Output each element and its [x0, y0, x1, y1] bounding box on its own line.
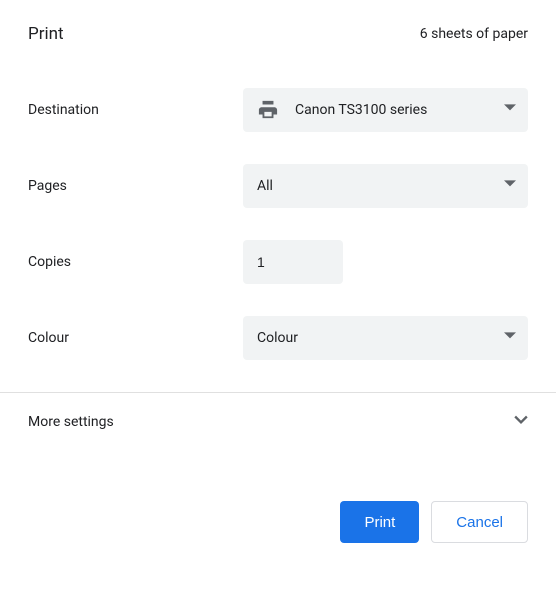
chevron-down-icon	[504, 102, 516, 118]
colour-value: Colour	[257, 330, 514, 346]
colour-select[interactable]: Colour	[243, 316, 528, 360]
more-settings-label: More settings	[28, 414, 114, 430]
destination-row: Destination Canon TS3100 series	[28, 88, 528, 132]
colour-row: Colour Colour	[28, 316, 528, 360]
copies-input[interactable]	[243, 240, 343, 284]
destination-select[interactable]: Canon TS3100 series	[243, 88, 528, 132]
destination-value: Canon TS3100 series	[295, 102, 514, 118]
print-button[interactable]: Print	[340, 501, 419, 543]
chevron-down-icon	[504, 178, 516, 194]
pages-value: All	[257, 178, 514, 194]
copies-row: Copies	[28, 240, 528, 284]
pages-select[interactable]: All	[243, 164, 528, 208]
button-row: Print Cancel	[28, 501, 528, 543]
header-row: Print 6 sheets of paper	[28, 24, 528, 44]
pages-row: Pages All	[28, 164, 528, 208]
chevron-down-icon	[514, 413, 528, 431]
cancel-button[interactable]: Cancel	[431, 501, 528, 543]
colour-label: Colour	[28, 330, 243, 346]
destination-label: Destination	[28, 102, 243, 118]
chevron-down-icon	[504, 330, 516, 346]
copies-label: Copies	[28, 254, 243, 270]
more-settings[interactable]: More settings	[28, 393, 528, 451]
printer-icon	[257, 100, 279, 120]
pages-label: Pages	[28, 178, 243, 194]
sheets-count: 6 sheets of paper	[420, 26, 528, 42]
page-title: Print	[28, 24, 64, 44]
